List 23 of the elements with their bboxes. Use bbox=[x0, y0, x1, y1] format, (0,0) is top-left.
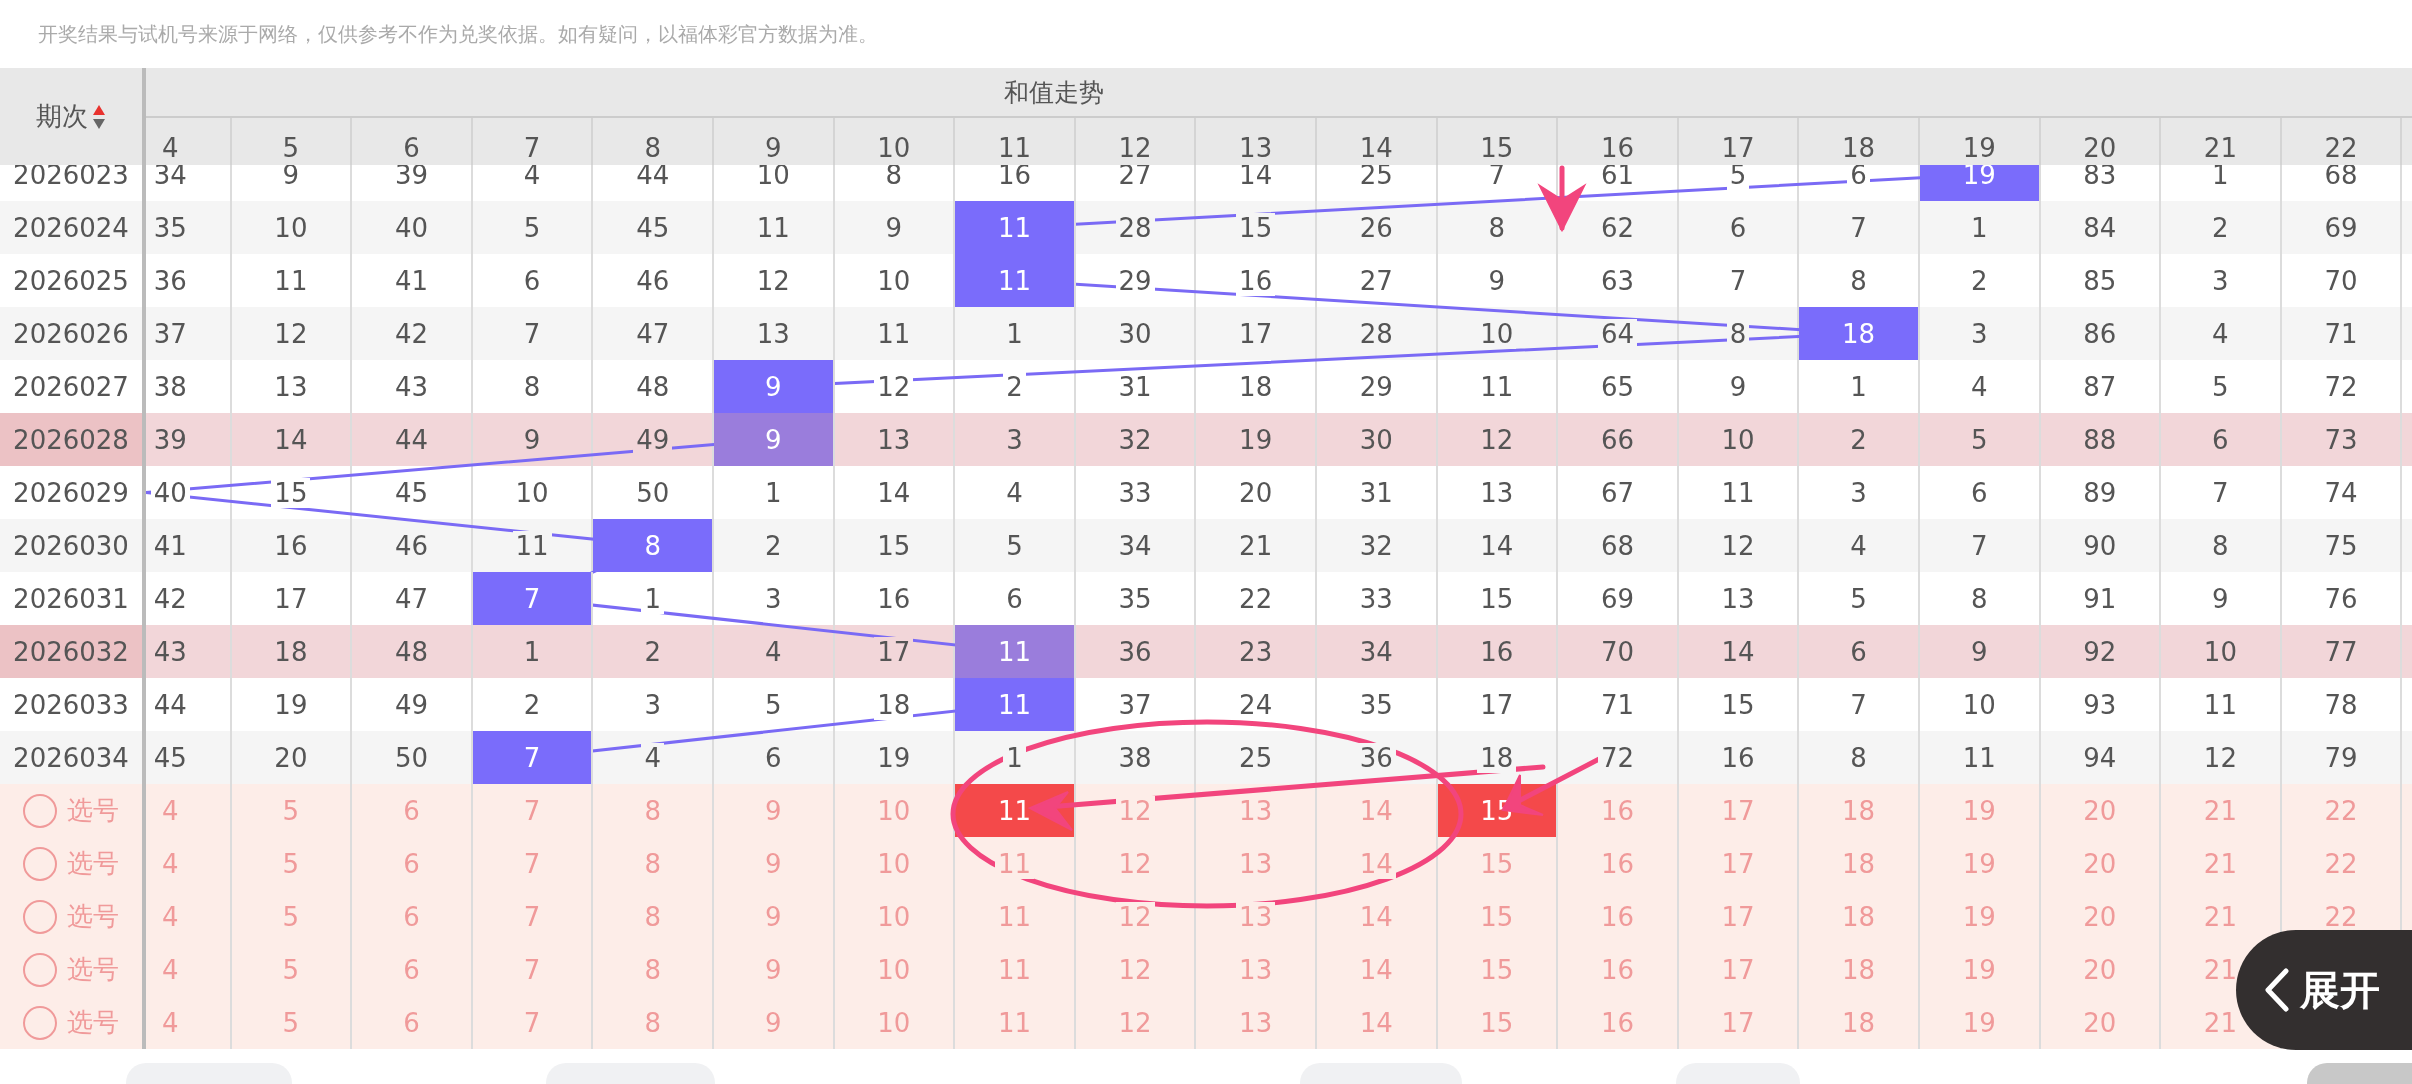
sum-marker: 11 bbox=[955, 625, 1076, 678]
expand-button[interactable]: 展开 bbox=[2236, 930, 2412, 1050]
sort-icon[interactable] bbox=[92, 103, 106, 130]
sum-marker: 7 bbox=[472, 731, 594, 784]
table-cell: 15 bbox=[271, 477, 311, 508]
section-title: 和值走势 bbox=[1004, 76, 1104, 109]
disclaimer-text: 开奖结果与试机号来源于网络，仅供参考不作为兑奖依据。如有疑问，以福体彩官方数据为准。 bbox=[37, 20, 879, 48]
annotation-arrow bbox=[1537, 165, 1587, 233]
sum-marker: 11 bbox=[955, 201, 1076, 254]
sum-marker: 11 bbox=[955, 254, 1076, 307]
period-cell: 2026028 bbox=[0, 413, 146, 466]
chevron-icon bbox=[2264, 968, 2290, 1012]
table-cell: 64 bbox=[1597, 318, 1637, 349]
sum-marker: 19 bbox=[1919, 165, 2041, 201]
period-cell: 2026032 bbox=[0, 625, 146, 678]
table-cell: 5 bbox=[1726, 165, 1750, 190]
sum-marker: 11 bbox=[955, 678, 1076, 731]
sum-marker: 9 bbox=[713, 360, 835, 413]
sum-marker: 9 bbox=[713, 413, 835, 466]
sum-marker: 8 bbox=[593, 519, 714, 572]
sum-marker: 7 bbox=[472, 572, 594, 625]
period-header[interactable]: 期次 bbox=[36, 99, 88, 134]
sum-marker: 18 bbox=[1799, 307, 1920, 360]
